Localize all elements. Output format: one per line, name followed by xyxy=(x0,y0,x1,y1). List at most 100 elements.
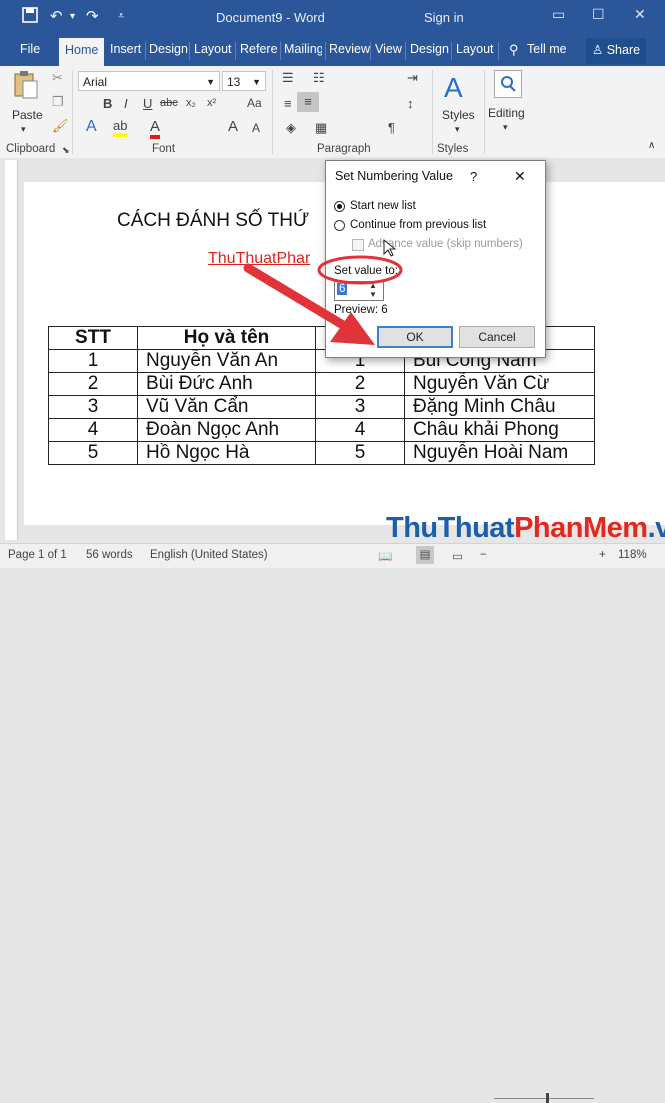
web-layout-icon[interactable]: ▭ xyxy=(452,549,463,563)
paste-icon[interactable] xyxy=(12,70,40,99)
font-size-box[interactable]: 13 ▼ xyxy=(222,71,266,91)
status-bar: Page 1 of 1 56 words English (United Sta… xyxy=(0,543,665,1103)
tab-design[interactable]: Design xyxy=(149,42,188,56)
maximize-icon[interactable]: ☐ xyxy=(592,6,605,23)
grow-font-icon[interactable]: A xyxy=(228,118,238,135)
sign-in-link[interactable]: Sign in xyxy=(424,10,464,25)
page-count[interactable]: Page 1 of 1 xyxy=(8,549,67,561)
bullets-icon[interactable]: ☰ xyxy=(282,70,294,86)
tab-home[interactable]: Home xyxy=(59,38,105,66)
document-heading: CÁCH ĐÁNH SỐ THỨ xyxy=(117,210,310,231)
start-new-list-radio[interactable] xyxy=(334,201,345,212)
styles-icon[interactable]: A xyxy=(444,72,463,104)
zoom-out-icon[interactable]: − xyxy=(480,549,487,561)
numbering-icon[interactable]: ☷ xyxy=(313,70,325,86)
tab-view[interactable]: View xyxy=(375,42,402,56)
paste-dropdown-icon[interactable]: ▾ xyxy=(21,124,26,135)
line-spacing-icon[interactable]: ↕ xyxy=(407,96,414,111)
styles-label[interactable]: Styles xyxy=(442,108,475,122)
table-row: 3 Vũ Văn Cẩn 3 Đặng Minh Châu xyxy=(48,395,595,419)
tell-me-input[interactable]: Tell me xyxy=(527,42,567,56)
table-cell: Nguyễn Văn An xyxy=(137,349,316,373)
word-count[interactable]: 56 words xyxy=(86,549,133,561)
font-name-box[interactable]: Arial ▼ xyxy=(78,71,220,91)
continue-list-label[interactable]: Continue from previous list xyxy=(350,219,486,231)
italic-icon[interactable]: I xyxy=(124,96,128,111)
title-bar: ↶ ▾ ↷ ⩡ Document9 - Word Sign in ▭ ☐ ✕ xyxy=(0,0,665,36)
change-case-icon[interactable]: Aa xyxy=(247,96,262,110)
tab-table-design[interactable]: Design xyxy=(410,42,449,56)
spin-down-icon[interactable]: ▼ xyxy=(369,290,377,299)
read-mode-icon[interactable]: 📖 xyxy=(378,549,392,563)
chevron-down-icon: ▼ xyxy=(206,77,215,87)
table-cell: Châu khải Phong xyxy=(404,418,595,442)
borders-icon[interactable]: ▦ xyxy=(315,120,327,136)
copy-icon[interactable]: ❐ xyxy=(52,94,64,110)
group-font: Font xyxy=(152,143,176,155)
clipboard-launcher-icon[interactable]: ⬊ xyxy=(62,145,70,156)
zoom-slider-thumb[interactable] xyxy=(546,1093,549,1103)
zoom-in-icon[interactable]: + xyxy=(599,549,606,561)
zoom-level[interactable]: 118% xyxy=(618,549,647,561)
tab-mailings[interactable]: Mailing xyxy=(284,42,322,56)
editing-dropdown-icon[interactable]: ▾ xyxy=(503,122,508,133)
tab-insert[interactable]: Insert xyxy=(110,42,141,56)
format-painter-icon[interactable]: 🖌 xyxy=(52,118,69,134)
set-value-input[interactable]: 6 ▲ ▼ xyxy=(334,281,384,301)
superscript-icon[interactable]: x² xyxy=(207,97,216,109)
dialog-close-button[interactable]: ✕ xyxy=(514,168,526,185)
subscript-icon[interactable]: x₂ xyxy=(186,97,196,109)
shrink-font-icon[interactable]: A xyxy=(252,121,260,135)
table-cell: 1 xyxy=(48,349,138,373)
zoom-slider[interactable] xyxy=(494,1098,594,1099)
save-icon[interactable] xyxy=(22,7,38,27)
styles-dropdown-icon[interactable]: ▾ xyxy=(455,124,460,135)
table-cell: 2 xyxy=(48,372,138,396)
ribbon-display-icon[interactable]: ▭ xyxy=(552,6,565,23)
font-name: Arial xyxy=(83,75,108,89)
cut-icon[interactable]: ✂ xyxy=(52,70,63,86)
share-button[interactable]: ♙ Share xyxy=(586,38,646,64)
customize-icon[interactable]: ⩡ xyxy=(118,10,124,23)
help-button[interactable]: ? xyxy=(470,169,477,184)
tab-review[interactable]: Review xyxy=(329,42,370,56)
ok-button[interactable]: OK xyxy=(377,326,453,348)
text-effects-icon[interactable]: A xyxy=(86,118,97,136)
table-cell: Hồ Ngọc Hà xyxy=(137,441,316,465)
language[interactable]: English (United States) xyxy=(150,549,268,561)
align-center-icon[interactable]: ≡ xyxy=(297,92,319,112)
undo-dropdown-icon[interactable]: ▾ xyxy=(70,11,75,22)
collapse-ribbon-icon[interactable]: ∧ xyxy=(648,140,655,151)
show-marks-icon[interactable]: ¶ xyxy=(388,120,395,135)
close-window-icon[interactable]: ✕ xyxy=(634,6,646,23)
align-left-icon[interactable]: ≡ xyxy=(284,96,292,111)
tab-table-layout[interactable]: Layout xyxy=(456,42,494,56)
watermark-part3: .vn xyxy=(647,512,665,544)
undo-icon[interactable]: ↶ xyxy=(50,7,63,25)
shading-icon[interactable]: ◈ xyxy=(286,120,296,136)
increase-indent-icon[interactable]: ⇥ xyxy=(407,70,418,86)
advance-value-checkbox[interactable] xyxy=(352,239,364,251)
strikethrough-icon[interactable]: abc xyxy=(160,97,178,109)
tab-references[interactable]: Referer xyxy=(240,42,278,56)
bold-icon[interactable]: B xyxy=(103,96,112,111)
start-new-list-label[interactable]: Start new list xyxy=(350,200,416,212)
spin-up-icon[interactable]: ▲ xyxy=(369,281,377,290)
continue-list-radio[interactable] xyxy=(334,220,345,231)
tab-file[interactable]: File xyxy=(20,42,40,56)
set-value-label: Set value to: xyxy=(334,265,398,277)
underline-icon[interactable]: U xyxy=(143,96,152,111)
lightbulb-icon: ⚲ xyxy=(509,42,519,57)
font-color-icon[interactable]: A xyxy=(150,118,161,139)
find-icon[interactable] xyxy=(494,70,522,98)
table-header-cell: STT xyxy=(48,326,138,350)
paste-label[interactable]: Paste xyxy=(12,108,43,122)
editing-label[interactable]: Editing xyxy=(488,106,525,120)
cancel-button[interactable]: Cancel xyxy=(459,326,535,348)
tab-layout[interactable]: Layout xyxy=(194,42,232,56)
redo-icon[interactable]: ↷ xyxy=(86,7,99,25)
watermark-part1: ThuThuat xyxy=(386,512,515,544)
highlight-icon[interactable]: ab xyxy=(113,118,128,137)
print-layout-icon[interactable]: ▤ xyxy=(416,546,434,564)
document-link[interactable]: ThuThuatPhar xyxy=(208,250,310,268)
